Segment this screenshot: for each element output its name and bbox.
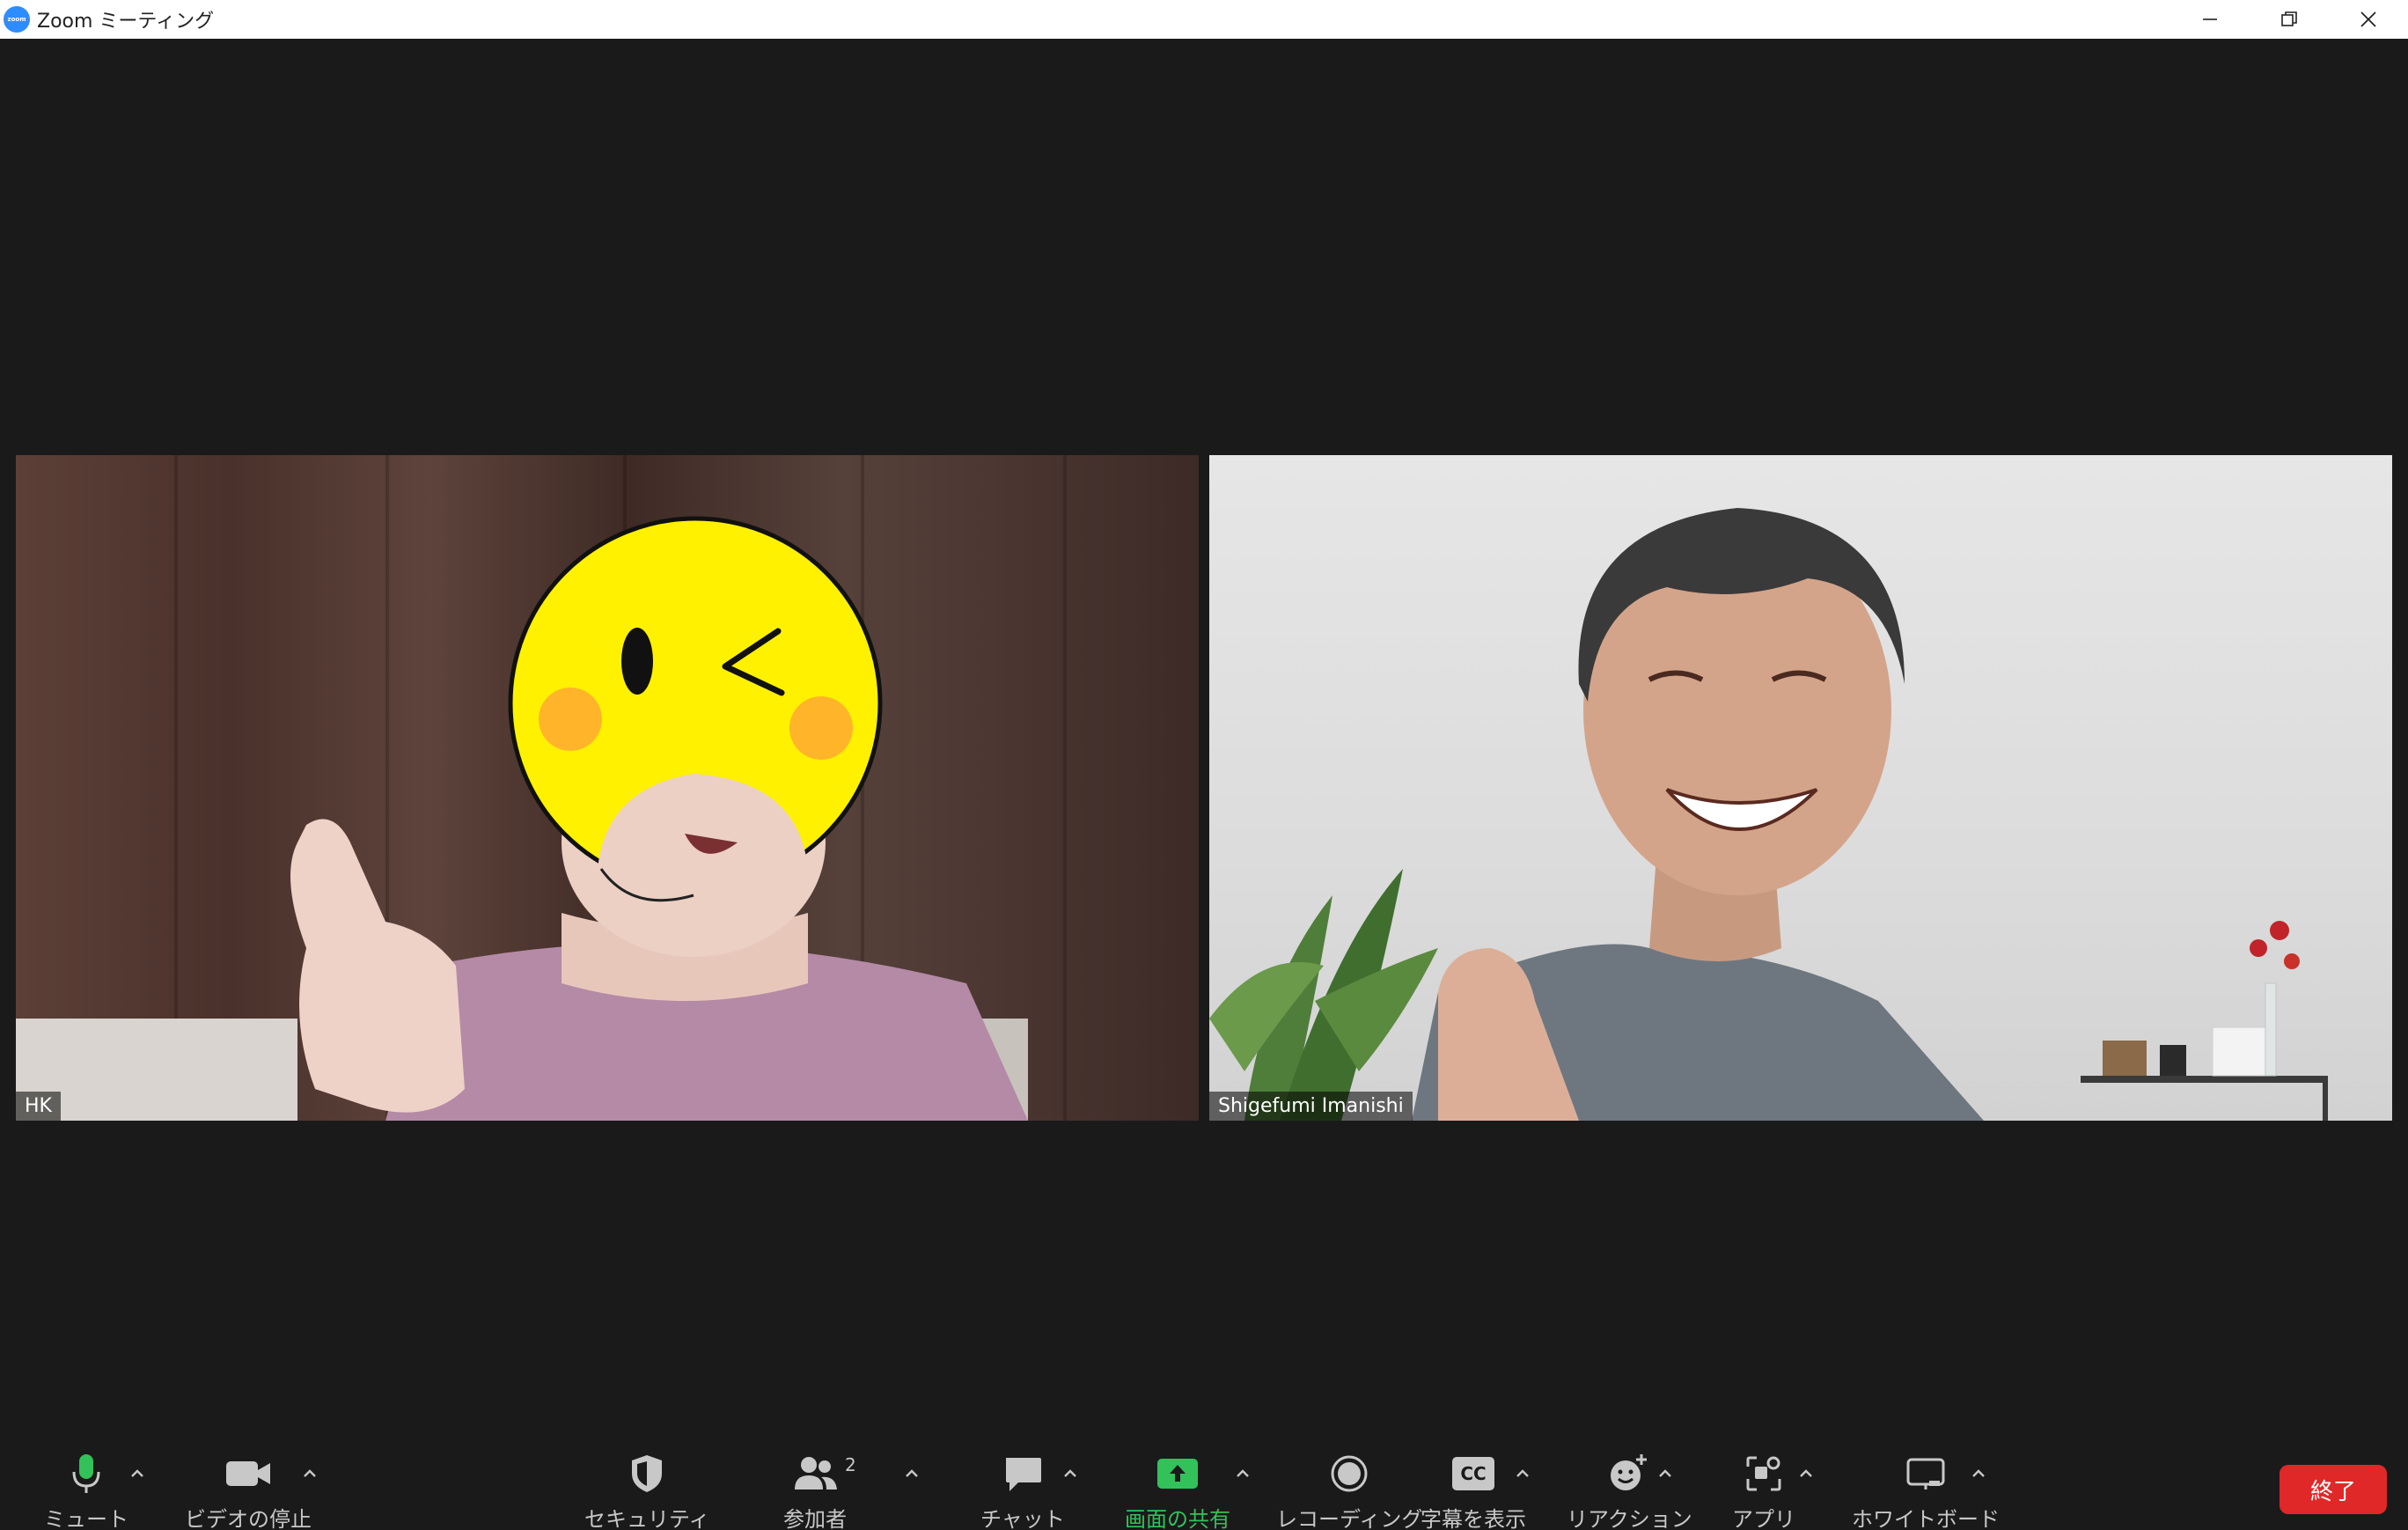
meeting-video-area: HK Shigefumi Imanishi (0, 39, 2408, 1421)
mute-button[interactable]: ミュート (44, 1451, 128, 1530)
restore-button[interactable] (2250, 0, 2329, 39)
zoom-logo-icon: zoom (4, 6, 30, 33)
closed-captions-icon: CC (1452, 1451, 1494, 1497)
participants-label: 参加者 (783, 1507, 847, 1530)
recording-button[interactable]: レコーディング (1276, 1451, 1422, 1530)
participants-count: 2 (845, 1454, 856, 1475)
whiteboard-icon (1905, 1451, 1947, 1497)
minimize-button[interactable] (2170, 0, 2250, 39)
participant-video-hk (16, 516, 1028, 1121)
stop-video-label: ビデオの停止 (185, 1507, 312, 1530)
share-options-chevron-icon[interactable] (1234, 1465, 1252, 1482)
shelf-leg (2323, 1076, 2328, 1121)
video-options-chevron-icon[interactable] (301, 1465, 319, 1482)
participant-name-label: HK (16, 1092, 61, 1121)
reactions-options-chevron-icon[interactable] (1656, 1465, 1674, 1482)
cotton-box (2212, 1026, 2266, 1077)
plant (1209, 869, 1438, 1121)
red-flower (2270, 921, 2289, 940)
stop-video-button[interactable]: ビデオの停止 (185, 1451, 312, 1530)
recording-label: レコーディング (1276, 1507, 1423, 1530)
share-screen-button[interactable]: 画面の共有 (1125, 1451, 1230, 1530)
apps-label: アプリ (1732, 1507, 1795, 1530)
whiteboard-button[interactable]: ホワイトボード (1852, 1451, 2000, 1530)
apps-icon (1744, 1451, 1783, 1497)
red-flower (2250, 939, 2267, 957)
whiteboard-options-chevron-icon[interactable] (1970, 1465, 1987, 1482)
chat-label: チャット (980, 1507, 1065, 1530)
close-button[interactable] (2329, 0, 2408, 39)
show-captions-label: 字幕を表示 (1421, 1507, 1526, 1530)
mute-label: ミュート (44, 1507, 128, 1530)
emoji-reaction-icon (1608, 1451, 1650, 1497)
apps-button[interactable]: アプリ (1732, 1451, 1795, 1530)
red-flower (2284, 953, 2300, 969)
participant-name-label: Shigefumi Imanishi (1209, 1092, 1413, 1121)
jar (2160, 1045, 2186, 1076)
participants-button[interactable]: 参加者 (783, 1451, 847, 1530)
captions-options-chevron-icon[interactable] (1514, 1465, 1531, 1482)
mute-options-chevron-icon[interactable] (128, 1465, 146, 1482)
reactions-button[interactable]: リアクション (1567, 1451, 1692, 1530)
thumbs-up-hand (290, 819, 465, 1113)
apps-options-chevron-icon[interactable] (1797, 1465, 1815, 1482)
window-controls (2170, 0, 2408, 39)
chat-button[interactable]: チャット (980, 1451, 1065, 1530)
video-tile-hk[interactable]: HK (16, 455, 1199, 1121)
end-meeting-button[interactable]: 終了 (2280, 1465, 2387, 1514)
share-screen-label: 画面の共有 (1125, 1507, 1230, 1530)
shelf (2081, 1076, 2327, 1083)
participants-icon (791, 1451, 839, 1497)
microphone-icon (69, 1451, 104, 1497)
record-icon (1330, 1451, 1369, 1497)
participant-video-shigefumi (1209, 508, 2328, 1121)
meeting-toolbar: ミュート ビデオの停止 セキュリティ 参加者 2 チャット 画面の共有 レコーデ… (0, 1421, 2408, 1530)
show-captions-button[interactable]: CC 字幕を表示 (1421, 1451, 1526, 1530)
security-label: セキュリティ (584, 1507, 710, 1530)
box (2103, 1041, 2147, 1076)
participants-options-chevron-icon[interactable] (903, 1465, 921, 1482)
security-button[interactable]: セキュリティ (584, 1451, 710, 1530)
minimize-icon (2203, 18, 2217, 20)
restore-icon (2281, 11, 2297, 26)
video-tile-shigefumi-imanishi[interactable]: Shigefumi Imanishi (1209, 455, 2392, 1121)
video-camera-icon (224, 1451, 272, 1497)
reactions-label: リアクション (1567, 1507, 1692, 1530)
vase (2265, 982, 2277, 1077)
chat-options-chevron-icon[interactable] (1061, 1465, 1079, 1482)
window-title: Zoom ミーティング (37, 11, 215, 33)
title-bar: zoom Zoom ミーティング (0, 0, 2408, 39)
shield-icon (628, 1451, 665, 1497)
whiteboard-label: ホワイトボード (1852, 1507, 2000, 1530)
chat-bubble-icon (1002, 1451, 1043, 1497)
close-icon (2360, 11, 2376, 27)
share-screen-icon (1156, 1451, 1200, 1497)
